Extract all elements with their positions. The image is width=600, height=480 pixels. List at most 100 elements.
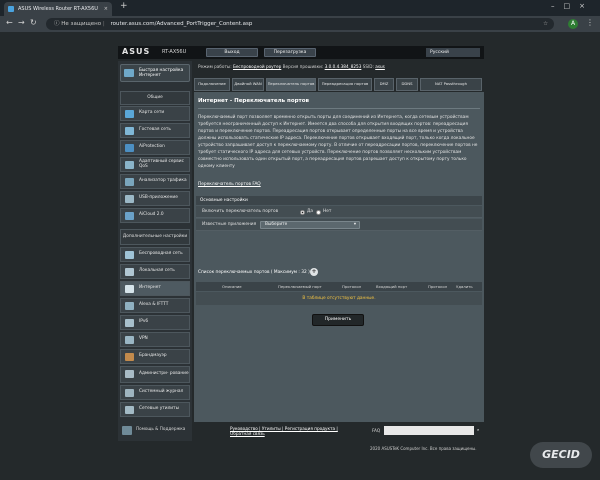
quick-setup-icon	[124, 69, 134, 77]
enable-yes-radio[interactable]	[300, 210, 305, 215]
enable-no-label: Нет	[323, 209, 332, 214]
sidebar-item-label: Локальная сеть	[139, 268, 175, 274]
watermark-logo: GECID	[530, 442, 592, 468]
col-incoming-protocol: Протокол	[428, 284, 448, 289]
usb-icon	[125, 195, 134, 203]
quick-setup-button[interactable]: Быстрая настройка Интернет	[120, 64, 190, 82]
sidebar-item-label: VPN	[139, 336, 148, 342]
reboot-button[interactable]: Перезагрузка	[264, 48, 316, 57]
tab-connection[interactable]: Подключение	[194, 78, 230, 91]
sidebar-item-label: Карта сети	[139, 110, 165, 116]
col-delete: Удалить	[456, 284, 473, 289]
reload-icon[interactable]: ↻	[30, 18, 37, 27]
browser-menu-icon[interactable]: ⋮	[586, 18, 594, 27]
browser-tab[interactable]: ASUS Wireless Router RT-AX56U ×	[4, 2, 112, 16]
window-controls[interactable]: –□×	[551, 2, 594, 10]
footer-help-label[interactable]: Помощь & Поддержка	[136, 426, 186, 431]
url-input[interactable]: ⓘ Не защищено | router.asus.com/Advanced…	[46, 18, 554, 30]
address-bar: ← → ↻ ⓘ Не защищено | router.asus.com/Ad…	[0, 16, 600, 32]
tab-nat-passthrough[interactable]: NAT Passthrough	[420, 78, 482, 91]
sidebar-item-label: Гостевая сеть	[139, 127, 171, 133]
sidebar-item-label: Анализатор трафика	[139, 178, 187, 184]
sidebar-item-network-map[interactable]: Карта сети	[120, 106, 190, 121]
mode-link[interactable]: Беспроводной роутер	[233, 64, 281, 69]
sidebar-item-guest-network[interactable]: Гостевая сеть	[120, 123, 190, 138]
sidebar-item-qos[interactable]: Адаптивный сервис QoS	[120, 157, 190, 172]
enable-label: Включить переключатель портов	[202, 209, 279, 214]
tab-port-forwarding[interactable]: Переадресация портов	[318, 78, 372, 91]
sidebar-item-label: IPv6	[139, 319, 149, 325]
close-tab-icon[interactable]: ×	[104, 2, 108, 16]
ipv6-icon	[125, 319, 134, 327]
mode-label: Режим работы:	[198, 64, 232, 69]
logout-button[interactable]: Выход	[206, 48, 258, 57]
faq-search-input[interactable]	[384, 426, 474, 435]
tab-dmz[interactable]: DMZ	[374, 78, 394, 91]
security-label: Не защищено	[61, 21, 102, 27]
cloud-icon	[125, 212, 134, 220]
sidebar-item-alexa[interactable]: Alexa & IFTTT	[120, 298, 190, 313]
apps-row: Известные приложения Выберите ▾	[196, 219, 482, 231]
sidebar-item-aiprotection[interactable]: AiProtection	[120, 140, 190, 155]
add-rule-button[interactable]: +	[310, 268, 318, 276]
sidebar-item-traffic-analyzer[interactable]: Анализатор трафика	[120, 174, 190, 189]
firmware-label: Версия прошивки:	[282, 64, 324, 69]
sidebar-item-firewall[interactable]: Брандмауэр	[120, 349, 190, 364]
sidebar-item-administration[interactable]: Администри- рование	[120, 366, 190, 383]
quick-setup-label: Быстрая настройка Интернет	[139, 68, 184, 79]
tab-port-trigger[interactable]: Переключатель портов	[266, 78, 316, 91]
shield-icon	[125, 144, 134, 152]
enable-no-radio[interactable]	[316, 210, 321, 215]
table-header: Описание Переключаемый порт Протокол Вхо…	[196, 282, 482, 291]
bookmark-star-icon[interactable]: ☆	[543, 18, 548, 30]
sidebar-item-ipv6[interactable]: IPv6	[120, 315, 190, 330]
sidebar-item-lan[interactable]: Локальная сеть	[120, 264, 190, 279]
ssid-link[interactable]: asus	[375, 64, 385, 69]
chevron-down-icon: ▾	[353, 222, 356, 227]
lan-icon	[125, 268, 134, 276]
ssid-label: SSID:	[362, 64, 374, 69]
search-icon[interactable]: ⌕	[477, 427, 479, 432]
firewall-icon	[125, 353, 134, 361]
footer-links[interactable]: Руководство | Утилиты | Регистрация прод…	[230, 426, 340, 437]
enable-row: Включить переключатель портов Да Нет	[196, 206, 482, 218]
col-description: Описание	[222, 284, 242, 289]
sidebar-item-label: AiProtection	[139, 144, 165, 150]
language-select[interactable]: Русский	[426, 48, 480, 57]
new-tab-icon[interactable]: +	[120, 1, 128, 11]
sidebar-item-aicloud[interactable]: AiCloud 2.0	[120, 208, 190, 223]
enable-yes-label: Да	[307, 209, 313, 214]
sidebar-item-label: AiCloud 2.0	[139, 212, 164, 218]
guest-network-icon	[125, 127, 134, 135]
apply-button[interactable]: Применить	[312, 314, 364, 326]
network-map-icon	[125, 110, 134, 118]
col-trigger-protocol: Протокол	[342, 284, 362, 289]
sidebar-item-label: Alexa & IFTTT	[139, 302, 169, 308]
sidebar-item-vpn[interactable]: VPN	[120, 332, 190, 347]
sidebar-item-label: Беспроводная сеть	[139, 251, 183, 257]
sidebar-item-system-log[interactable]: Системный журнал	[120, 385, 190, 400]
faq-link[interactable]: Переключатель портов FAQ	[198, 182, 261, 187]
sidebar-item-internet[interactable]: Интернет	[120, 281, 190, 296]
tab-dual-wan[interactable]: Двойной WAN	[232, 78, 264, 91]
sidebar-item-network-tools[interactable]: Сетевые утилиты	[120, 402, 190, 417]
apps-select-value: Выберите	[265, 222, 288, 227]
avatar[interactable]: A	[568, 19, 578, 29]
tab-ddns[interactable]: DDNS	[396, 78, 418, 91]
tab-bar: Подключение Двойной WAN Переключатель по…	[194, 78, 484, 91]
back-icon[interactable]: ←	[6, 18, 13, 27]
sidebar-item-label: Администри- рование	[139, 371, 189, 377]
browser-tab-bar: ASUS Wireless Router RT-AX56U × + –□×	[0, 0, 600, 16]
vpn-icon	[125, 336, 134, 344]
sidebar-item-wireless[interactable]: Беспроводная сеть	[120, 247, 190, 262]
firmware-link[interactable]: 3.0.0.4.384_8253	[325, 64, 362, 69]
footer-faq-label: FAQ	[372, 428, 381, 433]
copyright: 2020 ASUSTeK Computer Inc. Все права защ…	[370, 446, 477, 451]
favicon-icon	[8, 6, 14, 12]
sidebar-item-label: Системный журнал	[139, 389, 184, 395]
main-content: Интернет - Переключатель портов Переключ…	[194, 92, 484, 422]
forward-icon[interactable]: →	[18, 18, 25, 27]
apps-select[interactable]: Выберите ▾	[260, 221, 360, 229]
router-header: ASUS RT-AX56U Выход Перезагрузка Русский	[118, 46, 484, 59]
sidebar-item-usb-app[interactable]: USB-приложение	[120, 191, 190, 206]
